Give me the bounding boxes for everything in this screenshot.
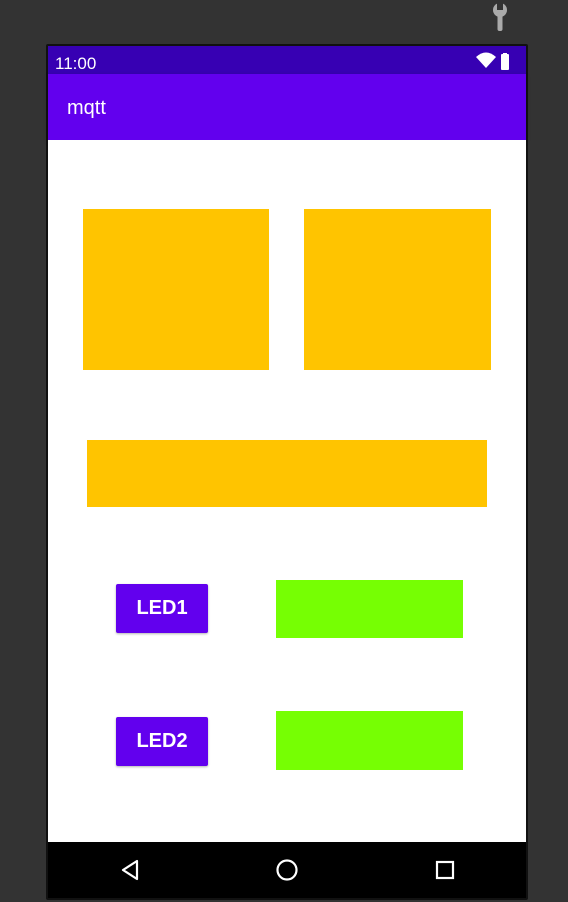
battery-icon [501,53,509,70]
app-title: mqtt [67,97,106,119]
led2-indicator [276,711,463,770]
wifi-icon [476,52,496,68]
app-bar: mqtt [48,74,526,140]
status-icons [476,52,509,70]
led1-button[interactable]: LED1 [116,584,208,633]
home-icon[interactable] [275,858,299,882]
tile-top-left [83,209,269,370]
tile-wide [87,440,487,507]
back-icon[interactable] [118,858,142,882]
recents-icon[interactable] [433,858,457,882]
tile-top-right [304,209,491,370]
wrench-icon[interactable] [489,2,511,32]
led2-button[interactable]: LED2 [116,717,208,766]
content-area: LED1 LED2 [48,140,526,842]
navigation-bar [48,842,526,898]
status-bar: 11:00 [48,46,526,74]
led1-indicator [276,580,463,638]
status-time: 11:00 [55,54,97,73]
